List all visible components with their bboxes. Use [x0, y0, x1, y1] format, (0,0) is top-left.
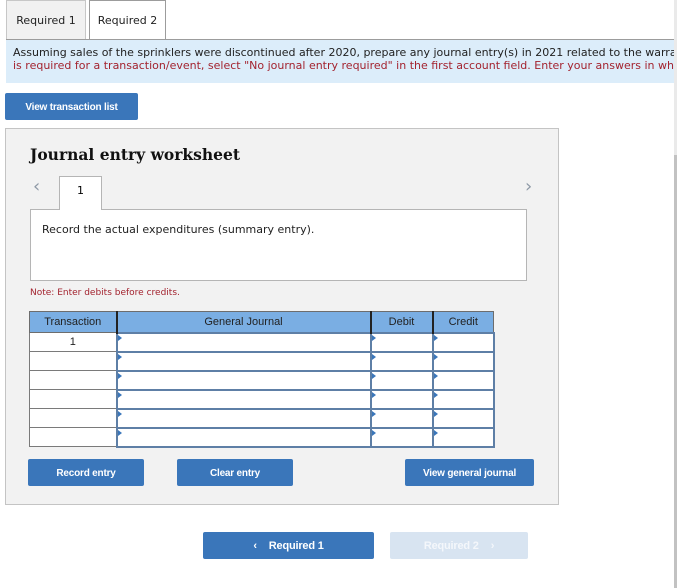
debit-input[interactable]	[371, 429, 432, 445]
view-general-journal-button[interactable]: View general journal	[405, 459, 534, 486]
worksheet-title: Journal entry worksheet	[30, 145, 241, 164]
record-entry-button[interactable]: Record entry	[28, 459, 144, 486]
credit-input[interactable]	[433, 391, 493, 407]
account-cell[interactable]	[115, 369, 372, 391]
debit-cell[interactable]	[369, 407, 434, 429]
account-input[interactable]	[117, 372, 370, 388]
account-cell[interactable]	[115, 388, 372, 410]
debit-input[interactable]	[371, 391, 432, 407]
transaction-cell	[29, 389, 117, 409]
view-transaction-list-button[interactable]: View transaction list	[5, 93, 138, 120]
debit-cell[interactable]	[369, 350, 434, 372]
chevron-left-icon: ‹	[253, 540, 257, 552]
table-row	[29, 369, 495, 391]
account-input[interactable]	[117, 410, 370, 426]
debit-cell[interactable]	[369, 426, 434, 448]
transaction-cell	[29, 351, 117, 371]
credit-cell[interactable]	[431, 331, 495, 353]
chevron-right-icon: ›	[490, 540, 495, 552]
account-input[interactable]	[117, 429, 370, 445]
header-debit: Debit	[369, 311, 433, 333]
account-input[interactable]	[117, 391, 370, 407]
credit-cell[interactable]	[431, 350, 495, 372]
debit-input[interactable]	[371, 353, 432, 369]
table-row	[29, 407, 495, 429]
credit-cell[interactable]	[431, 407, 495, 429]
account-cell[interactable]	[115, 350, 372, 372]
debit-cell[interactable]	[369, 388, 434, 410]
table-row	[29, 388, 495, 410]
next-required-button[interactable]: Required 2 ›	[390, 532, 528, 559]
instructions-line-1: Assuming sales of the sprinklers were di…	[13, 46, 674, 59]
tab-required-2[interactable]: Required 2	[89, 0, 166, 40]
journal-entry-worksheet: Journal entry worksheet ‹ 1 › Record the…	[5, 128, 559, 505]
credit-input[interactable]	[433, 372, 493, 388]
credit-cell[interactable]	[431, 388, 495, 410]
chevron-right-icon[interactable]: ›	[525, 176, 532, 197]
credit-input[interactable]	[433, 334, 493, 350]
instructions-banner: Assuming sales of the sprinklers were di…	[6, 39, 674, 83]
prev-required-label: Required 1	[268, 540, 324, 552]
transaction-cell	[29, 370, 117, 390]
entry-description: Record the actual expenditures (summary …	[30, 209, 527, 281]
table-row	[29, 350, 495, 372]
debit-input[interactable]	[371, 410, 432, 426]
transaction-cell	[29, 427, 117, 447]
prev-required-button[interactable]: ‹ Required 1	[203, 532, 374, 559]
next-required-label: Required 2	[423, 540, 479, 552]
account-input[interactable]	[117, 353, 370, 369]
credit-cell[interactable]	[431, 426, 495, 448]
journal-entry-table: Transaction General Journal Debit Credit…	[29, 311, 495, 448]
tab-required-1[interactable]: Required 1	[6, 0, 86, 39]
credit-input[interactable]	[433, 353, 493, 369]
credit-input[interactable]	[433, 429, 493, 445]
clear-entry-button[interactable]: Clear entry	[177, 459, 293, 486]
debits-note: Note: Enter debits before credits.	[30, 288, 180, 298]
account-cell[interactable]	[115, 426, 372, 448]
requirement-tabs: Required 1 Required 2	[6, 0, 166, 40]
header-credit: Credit	[431, 311, 494, 333]
transaction-cell	[29, 408, 117, 428]
table-row	[29, 426, 495, 448]
table-header-row: Transaction General Journal Debit Credit	[29, 311, 494, 333]
account-input[interactable]	[117, 334, 370, 350]
debit-cell[interactable]	[369, 369, 434, 391]
instructions-line-2: is required for a transaction/event, sel…	[13, 59, 674, 72]
account-cell[interactable]	[115, 407, 372, 429]
chevron-left-icon[interactable]: ‹	[33, 176, 40, 197]
credit-cell[interactable]	[431, 369, 495, 391]
credit-input[interactable]	[433, 410, 493, 426]
table-row: 1	[29, 331, 495, 353]
debit-input[interactable]	[371, 372, 432, 388]
header-general-journal: General Journal	[115, 311, 371, 333]
account-cell[interactable]	[115, 331, 372, 353]
transaction-cell: 1	[29, 332, 117, 352]
entry-tab-1[interactable]: 1	[59, 176, 102, 210]
header-transaction: Transaction	[29, 311, 117, 333]
debit-cell[interactable]	[369, 331, 434, 353]
debit-input[interactable]	[371, 334, 432, 350]
